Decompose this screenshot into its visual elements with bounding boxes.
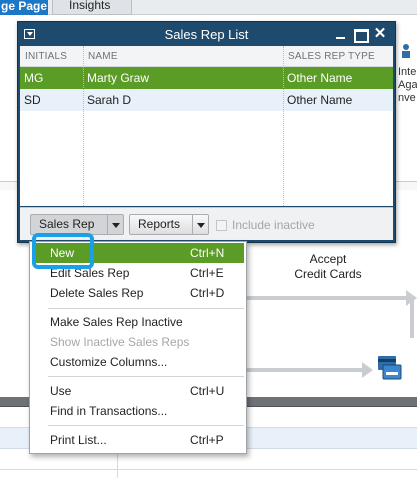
menu-item-delete-sales-rep[interactable]: Delete Sales Rep Ctrl+D bbox=[30, 283, 246, 303]
title-bar[interactable]: Sales Rep List ✕ bbox=[18, 22, 395, 46]
menu-item-make-inactive[interactable]: Make Sales Rep Inactive bbox=[30, 312, 246, 332]
cell-sales-rep-type: Other Name bbox=[287, 93, 353, 107]
cell-initials: MG bbox=[24, 71, 44, 85]
right-edge-line: nve bbox=[398, 92, 416, 104]
table-header: INITIALS NAME SALES REP TYPE bbox=[20, 46, 393, 67]
flow-arrow-icon bbox=[247, 368, 363, 372]
menu-item-shortcut: Ctrl+P bbox=[190, 433, 224, 447]
reports-button[interactable]: Reports bbox=[129, 214, 209, 235]
menu-item-label: Customize Columns... bbox=[50, 355, 168, 369]
right-edge-line: Aga bbox=[398, 79, 417, 91]
flow-label-line: Accept bbox=[309, 252, 347, 266]
menu-item-label: Make Sales Rep Inactive bbox=[50, 315, 183, 329]
flow-label-line: Credit Cards bbox=[294, 267, 362, 281]
accept-credit-cards-label[interactable]: Accept Credit Cards bbox=[282, 252, 374, 282]
dropdown-arrow-icon[interactable] bbox=[192, 215, 208, 234]
cell-initials: SD bbox=[24, 93, 41, 107]
tab-insights[interactable]: Insights bbox=[52, 0, 132, 15]
menu-box-icon[interactable] bbox=[24, 29, 35, 39]
dropdown-arrow-icon[interactable] bbox=[107, 215, 123, 234]
menu-item-customize-columns[interactable]: Customize Columns... bbox=[30, 352, 246, 372]
include-inactive-checkbox[interactable] bbox=[216, 220, 227, 231]
column-header-sales-rep-type[interactable]: SALES REP TYPE bbox=[283, 46, 393, 67]
highlight-callout bbox=[32, 233, 94, 269]
column-divider bbox=[283, 46, 284, 206]
table-row[interactable]: MG Marty Graw Other Name bbox=[20, 67, 393, 89]
menu-item-label: Find in Transactions... bbox=[50, 404, 168, 418]
cell-name: Sarah D bbox=[87, 93, 132, 107]
include-inactive-label: Include inactive bbox=[232, 218, 315, 232]
cell-sales-rep-type: Other Name bbox=[287, 71, 353, 85]
sales-rep-button[interactable]: Sales Rep bbox=[30, 214, 124, 235]
home-tab-bar: ge Page Insights bbox=[0, 0, 417, 15]
right-edge-line: Inte bbox=[398, 66, 417, 78]
sales-rep-menu: New Ctrl+N Edit Sales Rep Ctrl+E Delete … bbox=[29, 241, 247, 454]
column-divider bbox=[83, 46, 84, 206]
column-header-name[interactable]: NAME bbox=[83, 46, 283, 67]
menu-item-print-list[interactable]: Print List... Ctrl+P bbox=[30, 430, 246, 450]
menu-item-find-in-transactions[interactable]: Find in Transactions... bbox=[30, 401, 246, 421]
flow-arrow-icon bbox=[362, 362, 373, 378]
menu-item-shortcut: Ctrl+E bbox=[190, 266, 224, 280]
credit-card-icon[interactable] bbox=[376, 355, 402, 380]
sales-rep-table: INITIALS NAME SALES REP TYPE MG Marty Gr… bbox=[20, 46, 393, 206]
menu-item-label: Delete Sales Rep bbox=[50, 286, 144, 300]
table-row[interactable]: SD Sarah D Other Name bbox=[20, 89, 393, 111]
menu-item-shortcut: Ctrl+D bbox=[190, 286, 225, 300]
close-icon[interactable]: ✕ bbox=[373, 26, 387, 41]
right-edge-label: Inte Aga nve bbox=[398, 66, 417, 105]
menu-item-label: Show Inactive Sales Reps bbox=[50, 335, 190, 349]
column-header-initials[interactable]: INITIALS bbox=[20, 46, 83, 67]
flow-arrow-icon bbox=[247, 296, 407, 300]
tab-home-page[interactable]: ge Page bbox=[0, 0, 48, 15]
flow-arrow-icon bbox=[410, 298, 414, 338]
menu-separator bbox=[48, 376, 244, 377]
reports-button-label: Reports bbox=[138, 217, 181, 231]
menu-item-shortcut: Ctrl+U bbox=[190, 384, 225, 398]
menu-separator bbox=[48, 425, 244, 426]
menu-item-label: Use bbox=[50, 384, 72, 398]
cell-name: Marty Graw bbox=[87, 71, 150, 85]
minimize-icon[interactable] bbox=[334, 27, 348, 41]
person-icon bbox=[402, 44, 410, 58]
menu-item-show-inactive: Show Inactive Sales Reps bbox=[30, 332, 246, 352]
sales-rep-list-window: Sales Rep List ✕ INITIALS NAME SALES REP… bbox=[17, 21, 396, 243]
menu-item-shortcut: Ctrl+N bbox=[190, 246, 225, 260]
maximize-icon[interactable] bbox=[353, 27, 369, 43]
sales-rep-button-label: Sales Rep bbox=[39, 217, 95, 231]
menu-item-use[interactable]: Use Ctrl+U bbox=[30, 381, 246, 401]
menu-item-label: Print List... bbox=[50, 433, 107, 447]
menu-separator bbox=[48, 308, 244, 309]
